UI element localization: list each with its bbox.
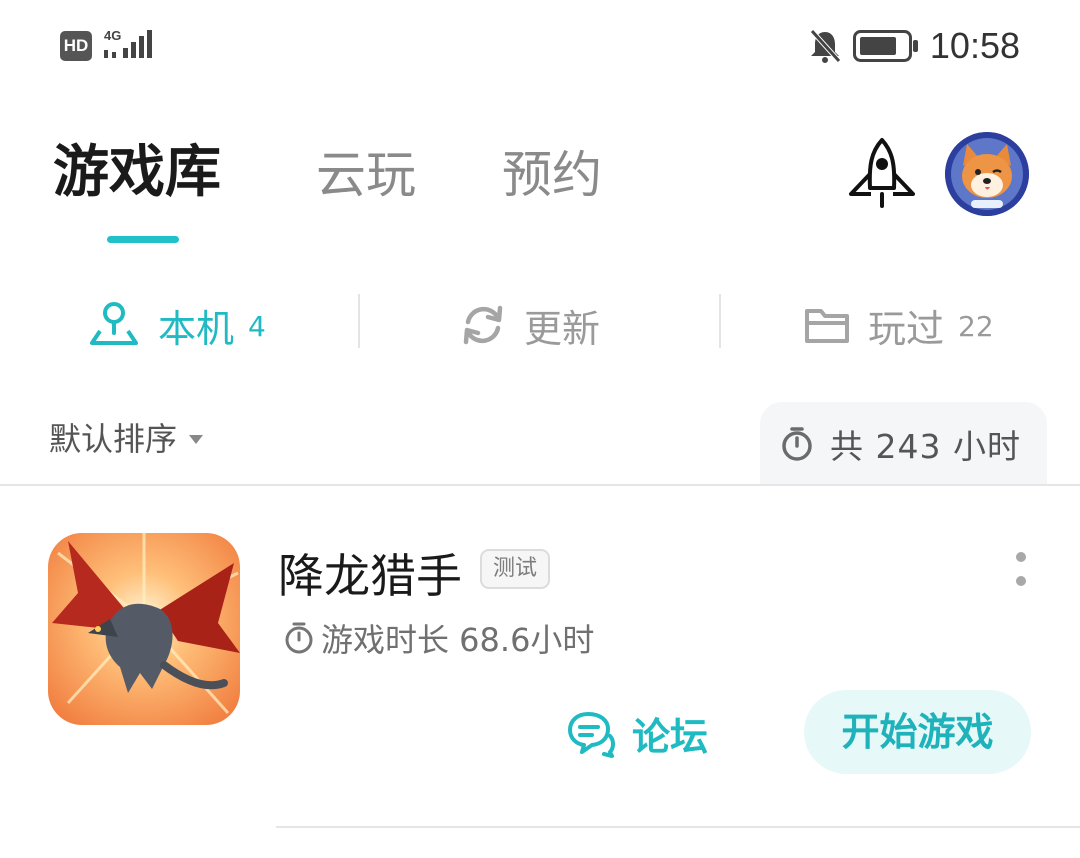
tab-cloud-play[interactable]: 云玩 (316, 140, 416, 210)
stopwatch-icon (782, 427, 812, 461)
segment-update[interactable]: 更新 (460, 290, 600, 360)
tab-reservation[interactable]: 预约 (502, 140, 602, 210)
segment-played-label: 玩过 (868, 306, 945, 351)
shiba-avatar-icon (945, 132, 1029, 216)
rocket-icon[interactable] (845, 136, 919, 210)
segment-divider (719, 294, 721, 348)
forum-button[interactable]: 论坛 (566, 702, 708, 764)
chat-bubble-icon (568, 712, 615, 758)
hd-badge: HD (60, 31, 92, 61)
total-playtime-text: 共 243 小时 (830, 427, 1021, 466)
refresh-icon (463, 305, 503, 345)
segment-update-label: 更新 (524, 306, 601, 351)
segment-played[interactable]: 玩过 22 (804, 290, 994, 360)
sort-label: 默认排序 (49, 420, 178, 458)
game-play-time: 游戏时长 68.6小时 (283, 615, 594, 661)
segment-played-count: 22 (958, 309, 994, 343)
segment-divider (358, 294, 360, 348)
folder-icon (805, 309, 849, 343)
svg-text:4G: 4G (104, 28, 121, 43)
active-tab-indicator (107, 236, 179, 243)
segment-local-count: 4 (248, 309, 266, 343)
tab-game-library[interactable]: 游戏库 (53, 138, 221, 208)
segment-local[interactable]: 本机 4 (88, 290, 266, 360)
game-library-screen: HD 4G 10:58 游戏库 云玩 预约 本机 4 更新 玩过 22 默认排序… (0, 0, 1080, 858)
clock: 10:58 (929, 25, 1020, 66)
forum-label: 论坛 (632, 714, 709, 759)
bell-off-icon (810, 29, 841, 63)
start-game-button[interactable]: 开始游戏 (804, 690, 1031, 774)
game-app-icon[interactable] (48, 533, 240, 725)
location-pin-icon (90, 302, 138, 345)
signal-icon: 4G (104, 28, 152, 58)
stopwatch-icon (285, 622, 313, 654)
status-bar: HD 4G 10:58 (0, 0, 1080, 92)
avatar[interactable] (945, 132, 1029, 216)
play-time-text: 游戏时长 68.6小时 (321, 621, 595, 659)
battery-icon (853, 30, 918, 62)
caret-down-icon (189, 434, 204, 444)
test-tag: 测试 (480, 549, 551, 589)
divider (0, 484, 1080, 486)
total-playtime-box: 共 243 小时 (760, 402, 1047, 486)
dragon-game-icon (48, 533, 240, 725)
sort-dropdown[interactable]: 默认排序 (49, 414, 204, 460)
game-title[interactable]: 降龙猎手 (278, 540, 462, 606)
more-options-icon[interactable] (1008, 550, 1034, 590)
divider (276, 826, 1080, 828)
segment-local-label: 本机 (158, 306, 235, 351)
